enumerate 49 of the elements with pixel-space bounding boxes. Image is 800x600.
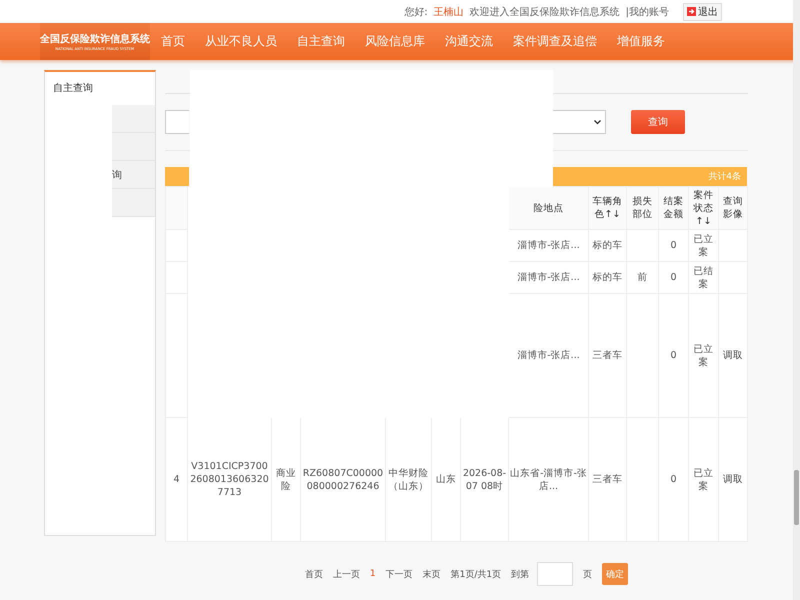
goto-label: 到第 [511, 568, 530, 580]
table-cell: 已结案 [688, 262, 718, 294]
table-cell: 已立案 [688, 418, 718, 542]
table-cell: 0 [658, 230, 688, 262]
table-cell: 4 [166, 418, 188, 542]
greeting-text: 您好: [404, 6, 428, 18]
result-bar [165, 167, 189, 186]
column-header[interactable]: 结案金额 [658, 186, 688, 230]
result-count: 共计4条 [552, 167, 747, 186]
column-header[interactable]: 案件状态↑↓ [688, 186, 718, 230]
account-link[interactable]: |我的账号 [626, 4, 669, 18]
logout-button[interactable]: 退出 [683, 2, 722, 20]
table-cell: 0 [658, 418, 688, 542]
table-cell: 标的车 [588, 262, 626, 294]
retrieve-link[interactable]: 调取 [718, 294, 748, 418]
column-header[interactable]: 车辆角色↑↓ [588, 186, 626, 230]
retrieve-link[interactable]: 调取 [718, 418, 748, 542]
next-page-link[interactable]: 下一页 [386, 568, 413, 580]
table-cell: 标的车 [588, 230, 626, 262]
table-cell: 已立案 [688, 294, 718, 418]
column-header[interactable]: 险地点 [508, 186, 588, 230]
prev-page-link[interactable]: 上一页 [332, 568, 360, 580]
page-info: 第1页/共1页 [450, 568, 502, 580]
sidebar-item[interactable] [112, 133, 155, 161]
chevron-down-icon [594, 120, 601, 124]
table-cell: 已立案 [688, 230, 718, 262]
table-cell: 0 [658, 262, 688, 294]
logout-icon [687, 7, 696, 16]
first-page-link[interactable]: 首页 [304, 568, 323, 580]
table-cell: 前 [626, 262, 658, 294]
table-cell: 三者车 [588, 294, 626, 418]
scrollbar[interactable] [793, 0, 800, 600]
table-cell: 0 [658, 294, 688, 418]
search-field[interactable] [165, 110, 189, 134]
sidebar-item[interactable] [112, 105, 155, 133]
sidebar-item[interactable]: 询 [112, 161, 155, 189]
welcome-text: 欢迎进入全国反保险欺诈信息系统 [470, 6, 620, 18]
column-header[interactable]: 损失部位 [626, 186, 658, 230]
sidebar-title: 自主查询 [52, 82, 94, 96]
sidebar-item[interactable] [112, 189, 155, 217]
page-input[interactable] [537, 562, 574, 586]
last-page-link[interactable]: 末页 [422, 568, 441, 580]
dropdown[interactable] [552, 110, 606, 134]
user-name[interactable]: 王楠山 [434, 4, 464, 18]
page-unit: 页 [583, 568, 592, 580]
table-cell: 三者车 [588, 418, 626, 542]
table-cell: 山东省-淄博市-张店... [508, 418, 588, 542]
column-header[interactable]: 查询影像 [718, 186, 748, 230]
logo-title: 全国反保险欺诈信息系统 [40, 32, 150, 46]
